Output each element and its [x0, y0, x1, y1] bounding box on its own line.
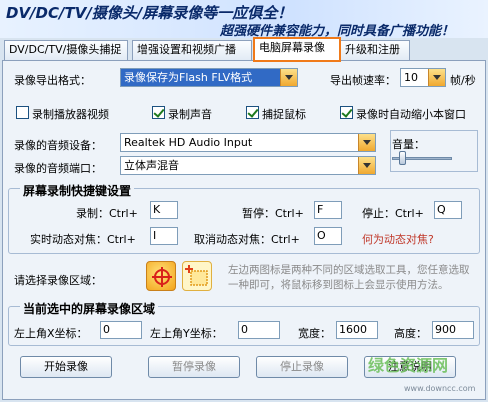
chevron-down-icon	[428, 69, 445, 86]
checkbox-capture-mouse[interactable]	[246, 106, 259, 119]
hotkey-record-label: 录制：Ctrl+	[76, 207, 138, 220]
hotkey-pause-input[interactable]: F	[314, 201, 342, 219]
checkbox-record-player[interactable]	[16, 106, 29, 119]
crosshair-icon	[152, 267, 172, 287]
region-select-tool-button[interactable]	[146, 261, 176, 291]
start-record-button[interactable]: 开始录像	[20, 356, 112, 378]
fps-select[interactable]: 10	[400, 68, 446, 87]
pause-record-button[interactable]: 暂停录像	[148, 356, 240, 378]
format-value: 录像保存为Flash FLV格式	[124, 71, 253, 84]
tab-upgrade[interactable]: 升级和注册	[340, 40, 410, 60]
hotkey-focus-input[interactable]: I	[150, 227, 178, 245]
y-input[interactable]: 0	[238, 321, 280, 339]
watermark-url: www.downcc.com	[404, 384, 476, 393]
watermark-logo: 绿色资源网	[368, 356, 449, 375]
chevron-down-icon	[358, 134, 375, 151]
hotkey-stop-label: 停止：Ctrl+	[362, 207, 424, 220]
checkbox-record-player-label: 录制播放器视频	[32, 108, 109, 121]
tab-capture[interactable]: DV/DC/TV/摄像头捕捉	[4, 40, 128, 60]
hotkey-pause-label: 暂停：Ctrl+	[242, 207, 304, 220]
audio-port-select[interactable]: 立体声混音	[120, 156, 376, 175]
audio-device-select[interactable]: Realtek HD Audio Input	[120, 133, 376, 152]
audio-device-label: 录像的音频设备：	[14, 139, 102, 152]
tab-enhance[interactable]: 增强设置和视频广播	[132, 40, 252, 60]
checkbox-auto-minimize-label: 录像时自动缩小本窗口	[356, 108, 466, 121]
format-select[interactable]: 录像保存为Flash FLV格式	[120, 68, 298, 87]
hotkey-cancel-focus-label: 取消动态对焦：Ctrl+	[194, 233, 300, 246]
banner-tagline: 超强硬件兼容能力，同时具备广播功能！	[220, 24, 455, 38]
format-label: 录像导出格式：	[14, 74, 91, 87]
checkbox-record-sound[interactable]	[152, 106, 165, 119]
region-draw-tool-button[interactable]	[182, 261, 212, 291]
x-input[interactable]: 0	[100, 321, 142, 339]
volume-slider-thumb[interactable]	[399, 151, 406, 165]
chevron-down-icon	[280, 69, 297, 86]
what-is-focus-link[interactable]: 何为动态对焦?	[362, 231, 434, 247]
chevron-down-icon	[358, 157, 375, 174]
checkbox-auto-minimize[interactable]	[340, 106, 353, 119]
audio-port-value: 立体声混音	[124, 159, 179, 172]
fps-label: 导出帧速率：	[330, 74, 396, 87]
width-input[interactable]: 1600	[336, 321, 378, 339]
banner: DV/DC/TV/摄像头/屏幕录像等一应俱全！ 超强硬件兼容能力，同时具备广播功…	[0, 0, 488, 38]
fps-unit: 帧/秒	[450, 74, 476, 87]
region-rectangle-icon	[185, 265, 208, 286]
y-label: 左上角Y坐标：	[150, 327, 223, 340]
hotkey-cancel-focus-input[interactable]: O	[314, 227, 342, 245]
checkbox-capture-mouse-label: 捕捉鼠标	[262, 108, 306, 121]
width-label: 宽度：	[298, 327, 331, 340]
tab-bar: DV/DC/TV/摄像头捕捉 增强设置和视频广播 电脑屏幕录像 升级和注册	[2, 37, 486, 62]
hotkey-focus-label: 实时动态对焦：Ctrl+	[30, 233, 136, 246]
hotkeys-title: 屏幕录制快捷键设置	[20, 182, 135, 199]
stop-record-button[interactable]: 停止录像	[256, 356, 348, 378]
fps-value: 10	[404, 71, 418, 84]
audio-device-value: Realtek HD Audio Input	[124, 136, 253, 149]
checkbox-record-sound-label: 录制声音	[168, 108, 212, 121]
x-label: 左上角X坐标：	[14, 327, 88, 340]
region-hint: 左边两图标是两种不同的区域选取工具，您任意选取一种即可，将鼠标移到图标上会显示使…	[228, 264, 470, 291]
current-region-title: 当前选中的屏幕录像区域	[20, 300, 159, 317]
tab-screen-record[interactable]: 电脑屏幕录像	[253, 37, 341, 62]
audio-port-label: 录像的音频端口：	[14, 162, 102, 175]
volume-label: 音量：	[392, 138, 425, 151]
region-label: 请选择录像区域：	[14, 274, 102, 287]
hotkey-stop-input[interactable]: Q	[434, 201, 462, 219]
hotkey-record-input[interactable]: K	[150, 201, 178, 219]
height-input[interactable]: 900	[432, 321, 474, 339]
height-label: 高度：	[394, 327, 427, 340]
